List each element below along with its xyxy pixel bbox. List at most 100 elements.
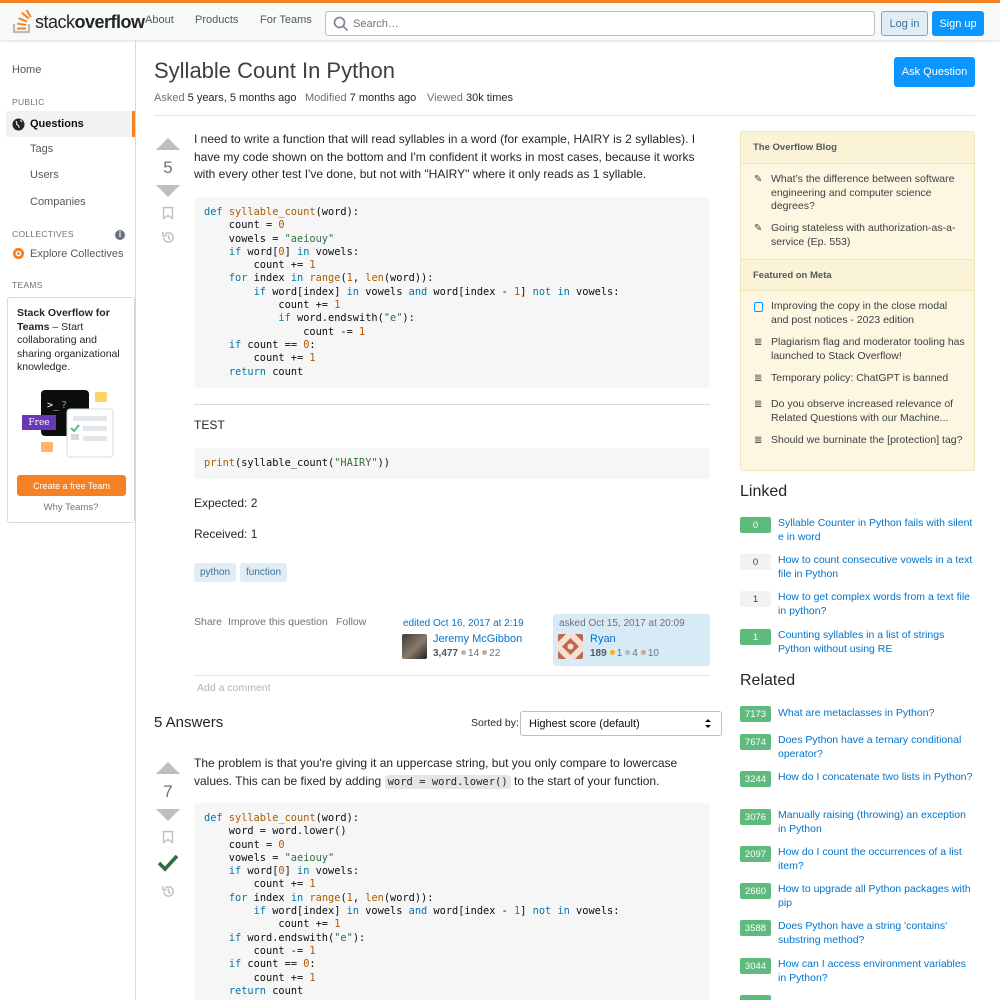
nav-products[interactable]: Products [195, 14, 238, 26]
editor-name[interactable]: Jeremy McGibbon [433, 633, 522, 645]
meta-item[interactable]: Do you observe increased relevance of Re… [771, 398, 966, 425]
logo-light-text: stack [35, 11, 75, 32]
info-icon[interactable]: i [115, 230, 125, 240]
nav-for-teams[interactable]: For Teams [260, 14, 312, 26]
asker-gold-count: 1 [616, 648, 623, 659]
sorted-by-label: Sorted by: [471, 717, 519, 729]
pencil-icon: ✎ [754, 223, 763, 234]
nav-explore-collectives[interactable]: Explore Collectives [12, 247, 124, 260]
asker-avatar[interactable] [558, 634, 583, 659]
related-question-link[interactable]: How can I access environment variables i… [778, 958, 976, 985]
asked-timestamp: asked Oct 15, 2017 at 20:09 [559, 618, 685, 629]
free-badge: Free [22, 415, 56, 430]
login-button[interactable]: Log in [881, 11, 928, 36]
editor-reputation: 3,477 14 22 [433, 648, 500, 659]
svg-text:?: ? [61, 400, 67, 411]
linked-score-badge[interactable]: 0 [740, 517, 771, 533]
blog-item[interactable]: What’s the difference between software e… [771, 173, 966, 214]
nav-users[interactable]: Users [30, 169, 59, 181]
add-comment-link[interactable]: Add a comment [197, 682, 271, 694]
nav-companies[interactable]: Companies [30, 196, 86, 208]
comment-divider [194, 675, 710, 676]
ask-question-button[interactable]: Ask Question [894, 57, 975, 87]
stack-exchange-icon: ≣ [754, 399, 763, 410]
meta-item[interactable]: Plagiarism flag and moderator tooling ha… [771, 336, 966, 363]
viewed-meta: Viewed 30k times [427, 92, 513, 104]
viewed-label: Viewed [427, 92, 463, 104]
linked-question-link[interactable]: Syllable Counter in Python fails with si… [778, 517, 976, 544]
sort-select[interactable]: Highest score (default) [520, 711, 722, 736]
globe-icon [12, 117, 25, 131]
asker-bronze-count: 10 [647, 648, 659, 659]
linked-heading: Linked [740, 483, 788, 500]
question-title[interactable]: Syllable Count In Python [154, 58, 395, 84]
edited-timestamp[interactable]: edited Oct 16, 2017 at 2:19 [403, 618, 524, 629]
test-label: TEST [194, 418, 225, 432]
linked-question-link[interactable]: Counting syllables in a list of strings … [778, 629, 976, 656]
related-question-link[interactable]: How to upgrade all Python packages with … [778, 883, 976, 910]
follow-link[interactable]: Follow [336, 616, 366, 628]
history-icon[interactable] [161, 230, 176, 245]
downvote-icon[interactable] [156, 185, 180, 197]
share-link[interactable]: Share [194, 616, 222, 628]
editor-avatar[interactable] [402, 634, 427, 659]
nav-tags[interactable]: Tags [30, 143, 53, 155]
downvote-icon[interactable] [156, 809, 180, 821]
related-score-badge[interactable]: 3044 [740, 958, 771, 974]
related-question-link[interactable]: How do I concatenate two lists in Python… [778, 771, 976, 785]
teams-promo-text: Stack Overflow for Teams – Start collabo… [17, 307, 129, 375]
signup-button[interactable]: Sign up [932, 11, 984, 36]
editor-rep-score: 3,477 [433, 648, 459, 659]
question-code-block: def syllable_count(word): count = 0 vowe… [194, 197, 710, 388]
linked-score-badge[interactable]: 1 [740, 629, 771, 645]
related-score-badge[interactable]: 3588 [740, 920, 771, 936]
meta-item[interactable]: Temporary policy: ChatGPT is banned [771, 372, 966, 386]
linked-score-badge[interactable]: 0 [740, 554, 771, 570]
overflow-blog-widget: The Overflow Blog ✎ What’s the differenc… [740, 131, 975, 471]
related-score-badge[interactable]: 7674 [740, 734, 771, 750]
question-body: I need to write a function that will rea… [194, 132, 696, 181]
editor-card: edited Oct 16, 2017 at 2:19 Jeremy McGib… [402, 614, 559, 666]
search-input[interactable]: Search… [325, 11, 875, 36]
related-question-link[interactable]: How do I count the occurrences of a list… [778, 846, 976, 873]
asker-name[interactable]: Ryan [590, 633, 616, 645]
nav-about[interactable]: About [145, 14, 174, 26]
nav-questions[interactable]: Questions [6, 111, 135, 137]
linked-question-link[interactable]: How to count consecutive vowels in a tex… [778, 554, 976, 581]
asked-value: 5 years, 5 months ago [187, 92, 297, 104]
stack-exchange-icon: ≣ [754, 337, 763, 348]
tag-function[interactable]: function [240, 563, 288, 582]
asker-silver-count: 4 [632, 648, 638, 659]
linked-score-badge[interactable]: 1 [740, 591, 771, 607]
teams-heading: TEAMS [12, 280, 43, 290]
related-question-link[interactable]: Does Python have a string 'contains' sub… [778, 920, 976, 947]
improve-question-link[interactable]: Improve this question [228, 616, 328, 628]
nav-home[interactable]: Home [12, 64, 41, 76]
stackoverflow-logo[interactable]: stackoverflow [12, 8, 145, 36]
related-score-badge[interactable]: 3244 [740, 771, 771, 787]
meta-item[interactable]: Improving the copy in the close modal an… [771, 300, 966, 327]
linked-question-link[interactable]: How to get complex words from a text fil… [778, 591, 976, 618]
bookmark-icon[interactable] [162, 206, 174, 220]
related-question-link[interactable]: What are metaclasses in Python? [778, 707, 976, 721]
tag-python[interactable]: python [194, 563, 237, 582]
bookmark-icon[interactable] [162, 830, 174, 844]
answers-count: 5 Answers [154, 714, 224, 731]
upvote-icon[interactable] [156, 762, 180, 774]
related-score-badge[interactable]: 2097 [740, 846, 771, 862]
related-score-badge[interactable]: 3076 [740, 809, 771, 825]
answer-vote-count: 7 [163, 782, 173, 801]
related-score-badge[interactable]: 7173 [740, 706, 771, 722]
upvote-icon[interactable] [156, 138, 180, 150]
test-code-block: print(syllable_count("HAIRY")) [194, 448, 710, 479]
meta-item[interactable]: Should we burninate the [protection] tag… [771, 434, 966, 448]
blog-heading: The Overflow Blog [741, 132, 974, 164]
related-score-badge[interactable]: 2660 [740, 883, 771, 899]
related-score-badge-partial[interactable] [740, 995, 771, 1000]
create-team-button[interactable]: Create a free Team [17, 475, 126, 496]
related-question-link[interactable]: Manually raising (throwing) an exception… [778, 809, 976, 836]
blog-item[interactable]: Going stateless with authorization-as-a-… [771, 222, 966, 249]
history-icon[interactable] [161, 884, 176, 899]
why-teams-link[interactable]: Why Teams? [8, 502, 134, 513]
related-question-link[interactable]: Does Python have a ternary conditional o… [778, 734, 976, 761]
